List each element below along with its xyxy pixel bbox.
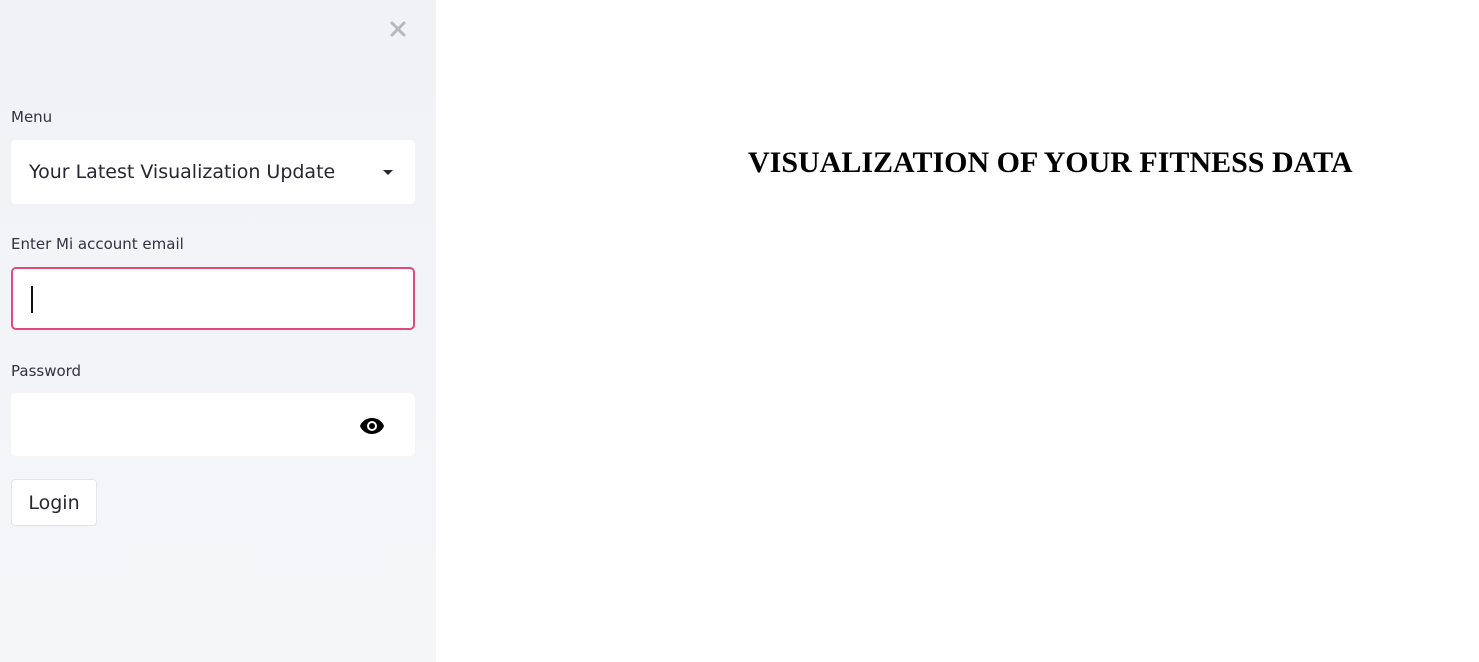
password-label: Password (11, 362, 82, 380)
sidebar: Menu Your Latest Visualization Update En… (0, 0, 436, 662)
email-label: Enter Mi account email (11, 235, 184, 253)
close-icon (390, 21, 406, 37)
menu-select[interactable]: Your Latest Visualization Update (11, 140, 415, 204)
chevron-down-icon (383, 170, 393, 175)
password-input[interactable] (11, 393, 415, 456)
close-sidebar-button[interactable] (384, 14, 412, 44)
login-button[interactable]: Login (11, 479, 97, 526)
text-cursor (31, 286, 33, 313)
email-input[interactable] (11, 267, 415, 330)
eye-icon (360, 418, 384, 434)
menu-label: Menu (11, 108, 53, 126)
page-title: VISUALIZATION OF YOUR FITNESS DATA (748, 146, 1353, 179)
menu-selected-value: Your Latest Visualization Update (29, 161, 336, 183)
show-password-button[interactable] (358, 413, 386, 439)
